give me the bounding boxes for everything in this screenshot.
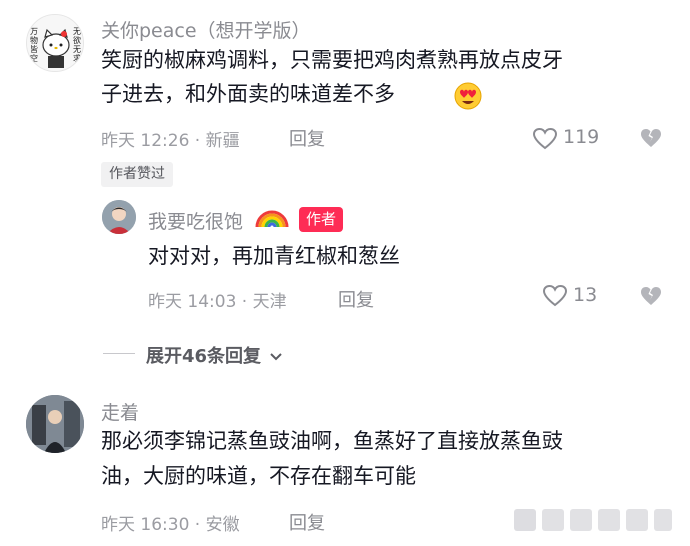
expand-replies-label: 展开46条回复 — [146, 346, 262, 367]
expand-replies-button[interactable]: 展开46条回复 — [146, 342, 283, 368]
broken-heart-icon[interactable] — [639, 127, 663, 149]
expand-divider — [103, 353, 135, 354]
chevron-down-icon — [270, 353, 283, 361]
broken-heart-icon[interactable] — [639, 285, 663, 307]
person-avatar-icon — [102, 200, 136, 234]
comment-text-line: 油，大厨的味道，不存在翻车可能 — [101, 464, 416, 488]
reply-author[interactable]: 我要吃很饱 — [148, 207, 243, 234]
watermark-icon — [514, 509, 672, 531]
avatar[interactable]: 万物皆空 无欲无求 — [26, 14, 84, 72]
rainbow-emoji-icon — [255, 210, 289, 228]
reply-meta: 昨天 14:03 · 天津 — [148, 292, 287, 312]
comment-text-line: 子进去，和外面卖的味道差不多 — [101, 82, 395, 106]
street-photo-avatar-icon — [26, 395, 84, 453]
comment-author[interactable]: 关你peace（想开学版） — [101, 16, 311, 43]
author-badge: 作者 — [299, 207, 344, 232]
reply-button[interactable]: 回复 — [289, 125, 325, 151]
comment-text-line: 那必须李锦记蒸鱼豉油啊，鱼蒸好了直接放蒸鱼豉 — [101, 429, 563, 453]
reply-text: 对对对，再加青红椒和葱丝 — [148, 244, 400, 268]
author-liked-badge: 作者赞过 — [101, 162, 173, 187]
like-count: 13 — [573, 284, 598, 306]
avatar-text-left: 万物皆空 — [30, 27, 38, 63]
reply-button[interactable]: 回复 — [289, 509, 325, 535]
comment-author[interactable]: 走着 — [101, 398, 139, 425]
like-count: 119 — [563, 126, 600, 148]
avatar-text-right: 无欲无求 — [73, 27, 81, 63]
comment-meta: 昨天 12:26 · 新疆 — [101, 131, 240, 151]
avatar[interactable] — [26, 395, 84, 453]
reply-button[interactable]: 回复 — [338, 286, 374, 312]
avatar[interactable] — [102, 200, 136, 234]
comment-meta: 昨天 16:30 · 安徽 — [101, 515, 240, 535]
comment-text-line: 笑厨的椒麻鸡调料，只需要把鸡肉煮熟再放点皮牙 — [101, 48, 563, 72]
heart-outline-icon[interactable] — [532, 127, 558, 151]
heart-eyes-emoji-icon — [454, 82, 482, 110]
heart-outline-icon[interactable] — [542, 284, 568, 308]
